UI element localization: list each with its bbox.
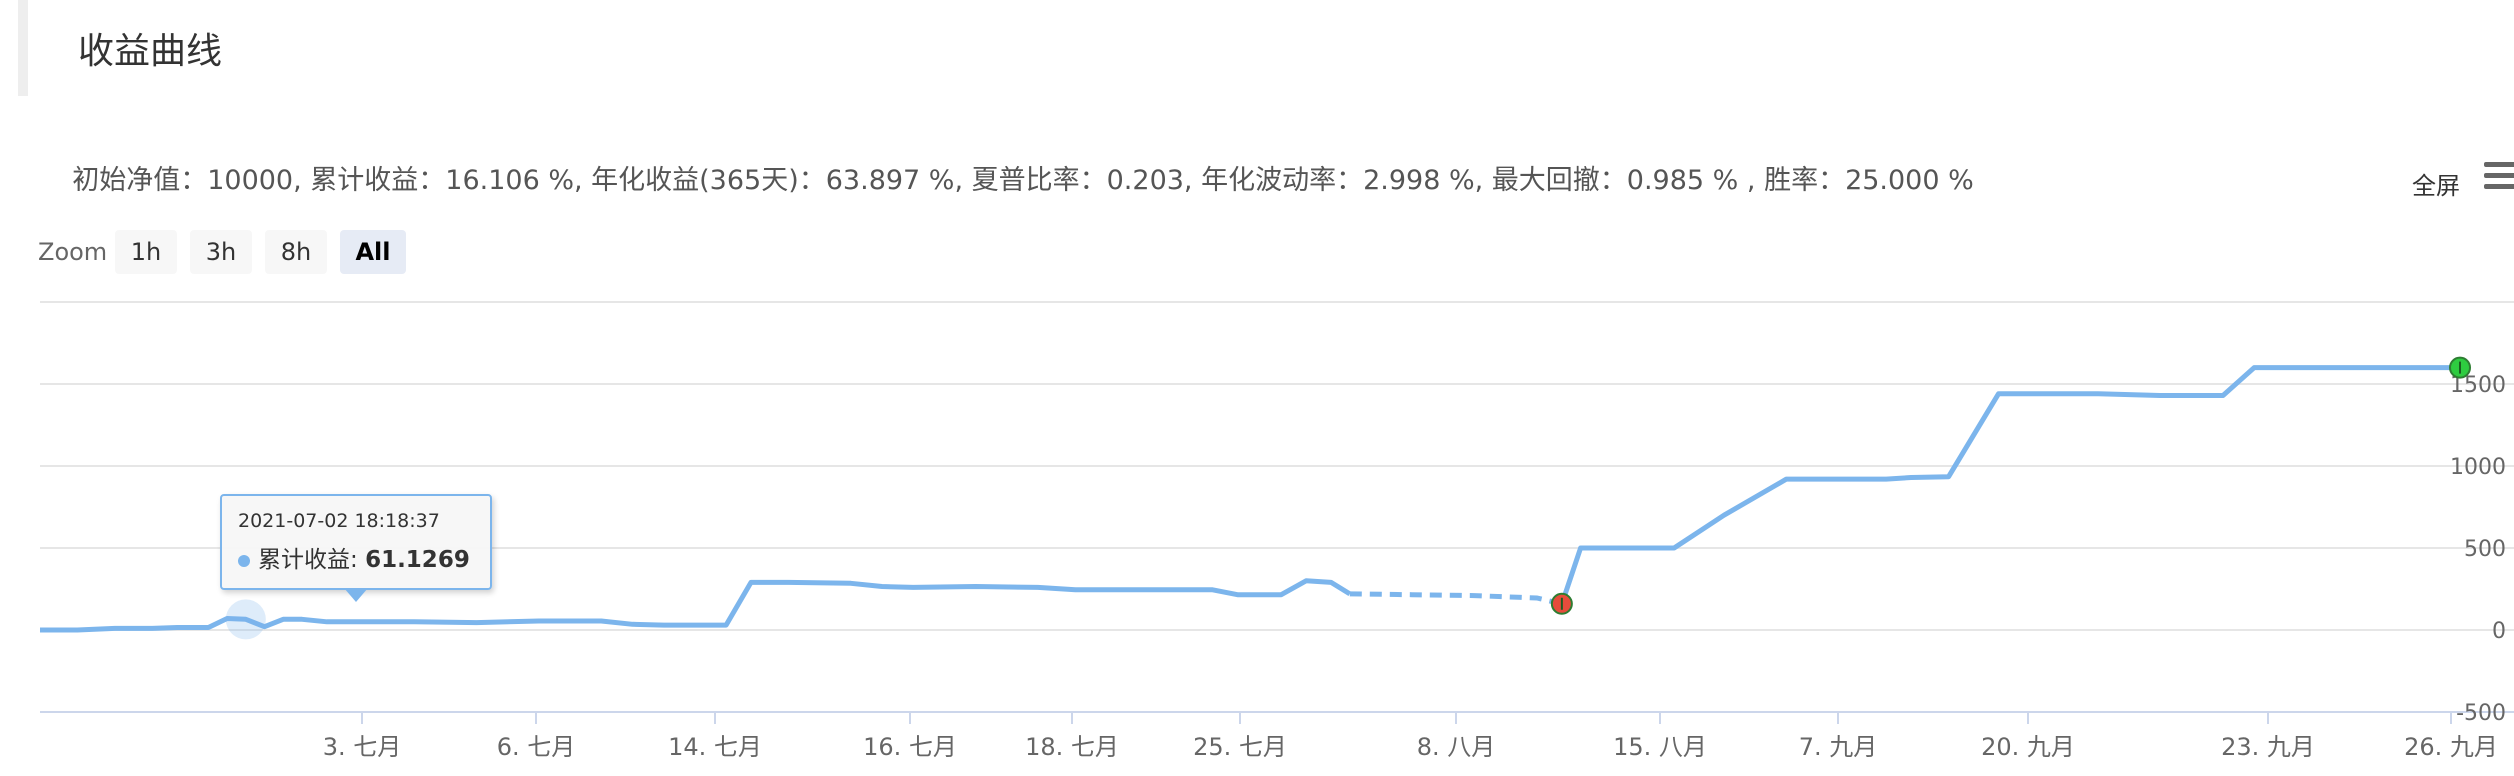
- x-tick-label: 14. 七月: [668, 733, 762, 761]
- tooltip-value: 61.1269: [365, 547, 470, 573]
- x-tick-label: 8. 八月: [1417, 733, 1496, 761]
- x-tick-label: 20. 九月: [1981, 733, 2075, 761]
- y-tick-label: -500: [2456, 701, 2506, 726]
- y-tick-label: 0: [2492, 619, 2506, 644]
- panel-header: 收益曲线: [18, 0, 2514, 96]
- hover-point-halo: [225, 599, 266, 640]
- series-dot-icon: [238, 554, 250, 567]
- x-tick-label: 6. 七月: [497, 733, 576, 761]
- panel-title: 收益曲线: [78, 31, 223, 72]
- y-tick-label: 1000: [2450, 455, 2506, 480]
- x-tick-label: 16. 七月: [863, 733, 957, 761]
- y-tick-label: 500: [2464, 537, 2506, 562]
- x-tick-label: 15. 八月: [1613, 733, 1707, 761]
- x-tick-label: 7. 九月: [1799, 733, 1878, 761]
- x-tick-label: 26. 九月: [2404, 733, 2498, 761]
- x-tick-label: 3. 七月: [323, 733, 402, 761]
- series-line-dashed: [1349, 591, 1563, 607]
- tooltip: 2021-07-02 18:18:37 累计收益: 61.1269: [220, 494, 492, 590]
- x-tick-label: 25. 七月: [1193, 733, 1287, 761]
- tooltip-series-name: 累计收益: [258, 547, 350, 573]
- equity-chart: 初始净值：10000, 累计收益：16.106 %, 年化收益(365天)：63…: [0, 100, 2514, 776]
- tooltip-date: 2021-07-02 18:18:37: [238, 510, 440, 532]
- tooltip-row: 累计收益: 61.1269: [238, 540, 474, 574]
- x-tick-label: 23. 九月: [2221, 733, 2315, 761]
- plot-area: -5000500100015003. 七月 6. 七月 14. 七月 16. 七月 18…: [40, 301, 2514, 761]
- x-tick-label: 18. 七月: [1025, 733, 1119, 761]
- series-line-solid: [1559, 365, 2460, 605]
- tooltip-arrow: [344, 588, 368, 602]
